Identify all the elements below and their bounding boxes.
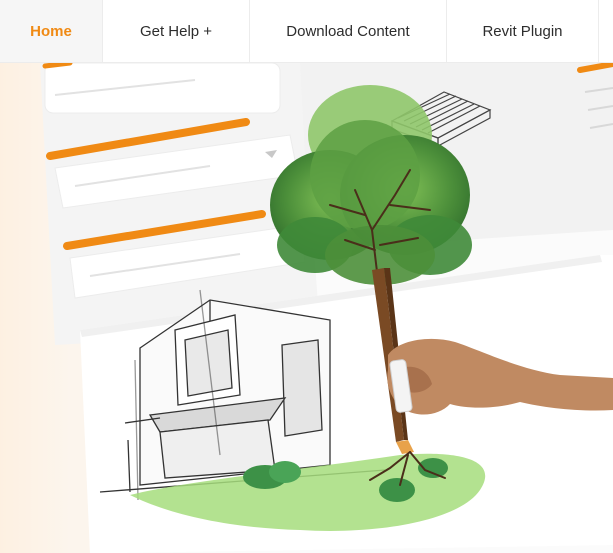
nav-tab-revit-plugin[interactable]: Revit Plugin bbox=[447, 0, 599, 62]
nav-tab-get-help[interactable]: Get Help + bbox=[103, 0, 250, 62]
hero-illustration bbox=[0, 63, 613, 553]
app-frame: Home Get Help + Download Content Revit P… bbox=[0, 0, 613, 553]
nav-tab-home[interactable]: Home bbox=[0, 0, 103, 62]
hero-artwork bbox=[0, 63, 613, 553]
top-navigation: Home Get Help + Download Content Revit P… bbox=[0, 0, 613, 63]
nav-tab-download-content[interactable]: Download Content bbox=[250, 0, 447, 62]
